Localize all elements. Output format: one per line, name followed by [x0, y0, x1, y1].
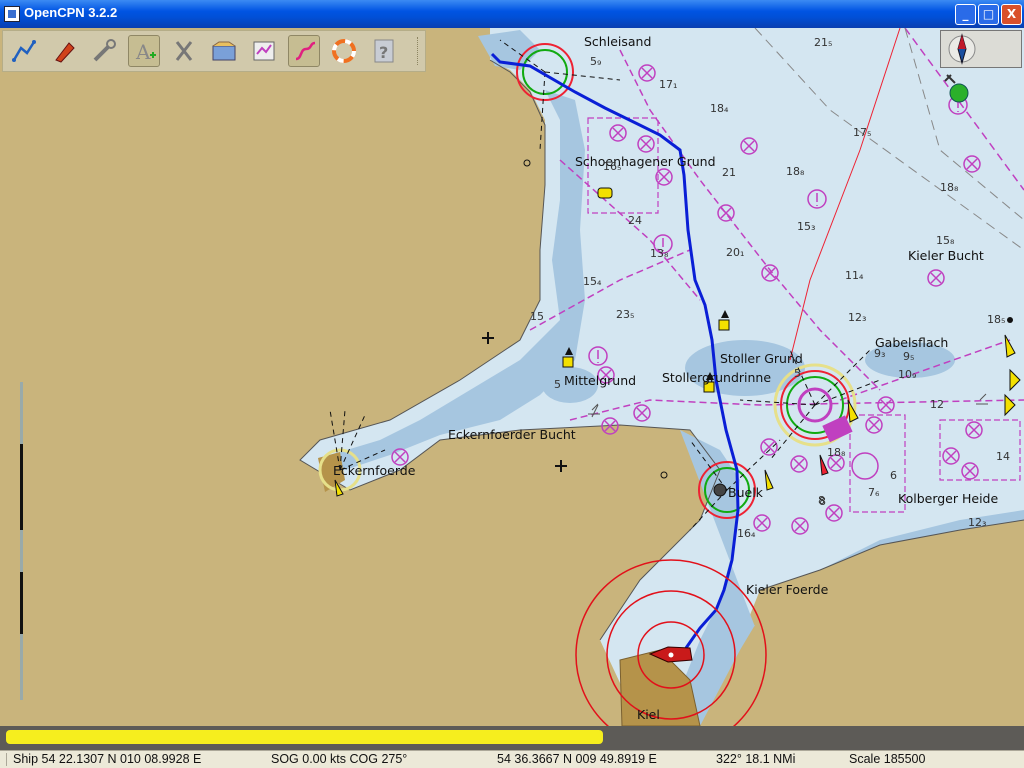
main-toolbar: A ?	[2, 30, 426, 72]
gps-status-icon	[944, 74, 969, 103]
sounding: 12	[930, 398, 944, 411]
sounding: 18₈	[940, 181, 959, 194]
track-button[interactable]	[288, 35, 320, 67]
close-button[interactable]: X	[1001, 4, 1022, 25]
sounding: 5	[554, 378, 561, 391]
label-stoller-grund: Stoller Grund	[720, 351, 803, 366]
chart-scale-bar	[20, 382, 23, 700]
sounding: 12₃	[968, 516, 987, 529]
label-schoenhagener-grund: Schoenhagener Grund	[575, 154, 716, 169]
sounding: 15₃	[797, 220, 816, 233]
sounding: 13₈	[650, 247, 669, 260]
status-bar: Ship 54 22.1307 N 010 08.9928 E SOG 0.00…	[0, 750, 1024, 768]
track-icon	[295, 41, 316, 61]
sounding: 14	[996, 450, 1010, 463]
status-sog-cog: SOG 0.00 kts COG 275°	[271, 752, 408, 766]
anchor-button[interactable]	[168, 35, 200, 67]
sounding: 17₅	[853, 126, 872, 139]
status-ship-position: Ship 54 22.1307 N 010 08.9928 E	[13, 752, 202, 766]
route-button[interactable]	[8, 35, 40, 67]
sounding: 23₅	[616, 308, 635, 321]
label-schleisand: Schleisand	[584, 34, 652, 49]
sounding: 21₅	[814, 36, 833, 49]
status-cursor-position: 54 36.3667 N 009 49.8919 E	[497, 752, 657, 766]
sounding: 18₈	[786, 165, 805, 178]
sounding: 10₉	[898, 368, 917, 381]
sounding: 15₈	[936, 234, 955, 247]
chart-bar[interactable]	[0, 726, 1024, 750]
sounding: 16₄	[737, 527, 756, 540]
route-icon	[12, 40, 36, 62]
toolbox-button[interactable]	[88, 35, 120, 67]
sounding: 17₁	[659, 78, 678, 91]
compass-rose-icon	[948, 33, 976, 65]
help-button[interactable]: ?	[368, 35, 400, 67]
label-kiel: Kiel	[637, 707, 660, 722]
mob-button[interactable]	[328, 35, 360, 67]
stoller-shoal	[685, 340, 805, 396]
sounding: 7₆	[868, 486, 880, 499]
sounding: 18₅	[987, 313, 1006, 326]
text-button[interactable]: A	[128, 35, 160, 67]
route-manager-button[interactable]	[248, 35, 280, 67]
label-mittelgrund: Mittelgrund	[564, 373, 637, 388]
label-buelk: Buelk	[728, 485, 763, 500]
mob-icon	[332, 39, 356, 63]
help-icon: ?	[374, 39, 394, 63]
sounding: 18₈	[827, 446, 846, 459]
tides-button[interactable]	[208, 35, 240, 67]
sounding: 16₅	[603, 160, 622, 173]
sounding: 5	[794, 367, 801, 380]
toolbar-grip[interactable]	[417, 37, 422, 65]
sounding: 20₁	[726, 246, 745, 259]
chart-canvas[interactable]: Schleisand Schoenhagener Grund Kieler Bu…	[0, 28, 1024, 726]
sounding: 18₄	[710, 102, 729, 115]
sounding: 9₃	[874, 347, 886, 360]
label-stollergrundrinne: Stollergrundrinne	[662, 370, 772, 385]
sounding: 24	[628, 214, 642, 227]
sounding: 11₄	[845, 269, 864, 282]
follow-button[interactable]	[48, 35, 80, 67]
label-eckernfoerde: Eckernfoerde	[333, 463, 416, 478]
sounding: 5₉	[590, 55, 602, 68]
tides-icon	[212, 41, 236, 61]
progress-track	[4, 729, 1020, 745]
text-icon: A	[135, 40, 156, 64]
minimize-button[interactable]: _	[955, 4, 976, 25]
settings-icon	[93, 39, 116, 62]
sounding: 8	[818, 494, 825, 507]
sounding: 9₅	[903, 350, 915, 363]
sounding: 15₄	[583, 275, 602, 288]
sounding: 12₃	[848, 311, 867, 324]
status-scale: Scale 185500	[849, 752, 926, 766]
window-title: OpenCPN 3.2.2	[24, 5, 118, 20]
anchor-icon	[175, 41, 193, 61]
status-bearing-distance: 322° 18.1 NMi	[716, 752, 796, 766]
label-eckernfoerder-bucht: Eckernfoerder Bucht	[448, 427, 576, 442]
title-bar: OpenCPN 3.2.2 _ □ X	[0, 0, 1024, 28]
sounding: 15	[530, 310, 544, 323]
label-kieler-bucht: Kieler Bucht	[908, 248, 984, 263]
label-kieler-foerde: Kieler Foerde	[746, 582, 829, 597]
progress-fill	[6, 730, 603, 744]
maximize-button[interactable]: □	[978, 4, 999, 25]
app-icon	[4, 6, 20, 22]
label-gabelsflach: Gabelsflach	[875, 335, 949, 350]
sounding: 6	[890, 469, 897, 482]
label-kolberger-heide: Kolberger Heide	[898, 491, 999, 506]
ownship-icon	[55, 42, 75, 63]
compass-widget[interactable]	[940, 30, 1022, 103]
sounding: 21	[722, 166, 736, 179]
route-manager-icon	[253, 41, 275, 61]
svg-text:?: ?	[379, 43, 388, 62]
svg-text:A: A	[135, 40, 151, 64]
